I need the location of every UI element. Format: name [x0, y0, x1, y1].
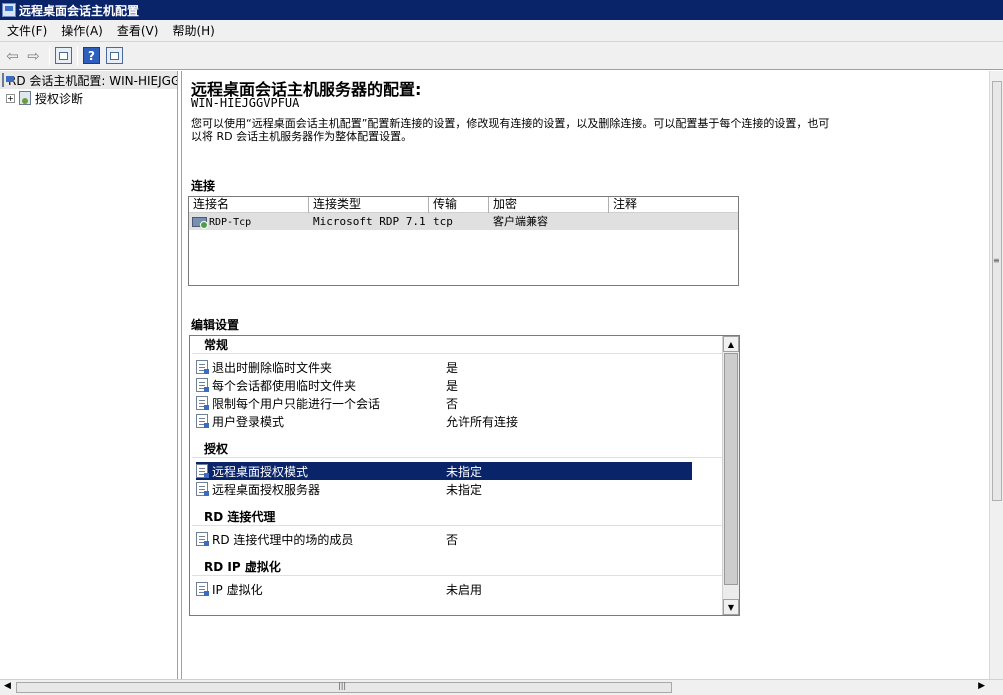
setting-value: 是 — [446, 378, 459, 393]
main-vertical-scrollbar[interactable]: ≡ — [989, 71, 1003, 679]
column-header-type[interactable]: 连接类型 — [309, 197, 429, 213]
title-bar: 远程桌面会话主机配置 — [0, 0, 1003, 20]
connection-name: RDP-Tcp — [209, 217, 252, 228]
toolbar-separator — [77, 45, 78, 66]
column-header-comment[interactable]: 注释 — [609, 197, 738, 213]
column-header-encryption[interactable]: 加密 — [489, 197, 609, 213]
window-title: 远程桌面会话主机配置 — [19, 3, 140, 18]
settings-row[interactable]: 用户登录模式 允许所有连接 — [196, 412, 692, 430]
scrollbar-grip: ||| — [338, 681, 347, 690]
settings-group-title: 授权 — [192, 440, 723, 458]
setting-properties-icon — [196, 360, 209, 374]
column-header-name[interactable]: 连接名 — [189, 197, 309, 213]
settings-group-title: 常规 — [192, 336, 723, 354]
setting-name: RD 连接代理中的场的成员 — [212, 532, 354, 547]
cell-transport: tcp — [433, 215, 453, 228]
setting-value: 允许所有连接 — [446, 414, 519, 429]
help-icon[interactable]: ? — [83, 47, 100, 64]
scroll-left-icon[interactable]: ◀ — [4, 681, 11, 691]
setting-value: 未启用 — [446, 582, 483, 597]
cell-type: Microsoft RDP 7.1 — [313, 215, 426, 228]
setting-name: 退出时删除临时文件夹 — [212, 360, 333, 375]
setting-value: 否 — [446, 532, 459, 547]
diagnosis-icon — [19, 91, 31, 105]
setting-properties-icon — [196, 414, 209, 428]
cell-comment — [609, 213, 738, 230]
tree-node-label: 授权诊断 — [35, 91, 84, 106]
server-icon — [2, 73, 14, 87]
connection-icon — [192, 217, 208, 229]
toolbar-separator — [49, 45, 50, 66]
settings-scrollbar[interactable]: ▲ ▼ — [722, 336, 739, 615]
setting-value: 是 — [446, 360, 459, 375]
setting-properties-icon — [196, 378, 209, 392]
settings-row[interactable]: 远程桌面授权模式 未指定 — [196, 462, 692, 480]
page-description: 您可以使用“远程桌面会话主机配置”配置新连接的设置，修改现有连接的设置，以及删除… — [191, 117, 830, 143]
console-tree: RD 会话主机配置: WIN-HIEJGGVPFUA + 授权诊断 — [0, 71, 178, 679]
settings-list-box: 常规 退出时删除临时文件夹是每个会话都使用临时文件夹是限制每个用户只能进行一个会话… — [189, 335, 740, 616]
show-hide-console-tree-icon[interactable] — [55, 47, 72, 64]
setting-properties-icon — [196, 582, 209, 596]
connections-table: 连接名 连接类型 传输 加密 注释 RDP-Tcp Microsoft RDP … — [188, 196, 739, 286]
menu-action[interactable]: 操作(A) — [54, 20, 110, 42]
settings-row[interactable]: 限制每个用户只能进行一个会话 否 — [196, 394, 692, 412]
scroll-up-icon[interactable]: ▲ — [723, 336, 739, 352]
scrollbar-thumb[interactable] — [724, 353, 738, 585]
back-arrow-icon[interactable]: ⇦ — [2, 45, 23, 66]
setting-name: 限制每个用户只能进行一个会话 — [212, 396, 381, 411]
menu-view[interactable]: 查看(V) — [110, 20, 166, 42]
setting-properties-icon — [196, 396, 209, 410]
cell-encryption: 客户端兼容 — [493, 215, 548, 228]
menu-bar: 文件(F) 操作(A) 查看(V) 帮助(H) — [0, 20, 1003, 42]
main-pane: 远程桌面会话主机服务器的配置: WIN-HIEJGGVPFUA 您可以使用“远程… — [181, 71, 989, 679]
settings-row[interactable]: RD 连接代理中的场的成员 否 — [196, 530, 692, 548]
server-name: WIN-HIEJGGVPFUA — [191, 96, 300, 110]
settings-group-title: RD IP 虚拟化 — [192, 558, 723, 576]
expand-icon[interactable]: + — [6, 93, 15, 103]
cell-name: RDP-Tcp — [189, 213, 309, 230]
settings-group-title: RD 连接代理 — [192, 508, 723, 526]
horizontal-scrollbar[interactable]: ◀ ||| ▶ — [0, 679, 1003, 695]
setting-properties-icon — [196, 532, 209, 546]
setting-properties-icon — [196, 464, 209, 478]
show-hide-action-pane-icon[interactable] — [106, 47, 123, 64]
settings-row[interactable]: 退出时删除临时文件夹 是 — [196, 358, 692, 376]
setting-properties-icon — [196, 482, 209, 496]
menu-help[interactable]: 帮助(H) — [165, 20, 221, 42]
settings-row[interactable]: 远程桌面授权服务器 未指定 — [196, 480, 692, 498]
connections-label: 连接 — [191, 179, 216, 193]
tree-node-rd-session-host[interactable]: RD 会话主机配置: WIN-HIEJGGVPFUA — [0, 71, 177, 89]
settings-row[interactable]: 每个会话都使用临时文件夹 是 — [196, 376, 692, 394]
setting-value: 否 — [446, 396, 459, 411]
table-header: 连接名 连接类型 传输 加密 注释 — [189, 197, 738, 213]
tree-node-label: RD 会话主机配置: WIN-HIEJGGVPFUA — [8, 73, 177, 88]
setting-value: 未指定 — [446, 482, 483, 497]
column-header-transport[interactable]: 传输 — [429, 197, 489, 213]
table-row[interactable]: RDP-Tcp Microsoft RDP 7.1 tcp 客户端兼容 — [189, 213, 738, 230]
settings-row[interactable]: IP 虚拟化 未启用 — [196, 580, 692, 598]
forward-arrow-icon[interactable]: ⇨ — [23, 45, 44, 66]
scrollbar-grip: ≡ — [993, 256, 1000, 265]
edit-settings-label: 编辑设置 — [191, 318, 240, 332]
setting-name: IP 虚拟化 — [212, 582, 263, 597]
scrollbar-thumb[interactable] — [992, 81, 1002, 501]
app-icon — [2, 3, 16, 17]
setting-value: 未指定 — [446, 464, 483, 479]
scroll-down-icon[interactable]: ▼ — [723, 599, 739, 615]
setting-name: 远程桌面授权服务器 — [212, 482, 321, 497]
menu-file[interactable]: 文件(F) — [0, 20, 54, 42]
tree-node-licensing-diagnosis[interactable]: + 授权诊断 — [0, 89, 177, 107]
toolbar: ⇦ ⇨ ? — [0, 42, 1003, 70]
setting-name: 每个会话都使用临时文件夹 — [212, 378, 357, 393]
setting-name: 用户登录模式 — [212, 414, 285, 429]
setting-name: 远程桌面授权模式 — [212, 464, 309, 479]
settings-list: 常规 退出时删除临时文件夹是每个会话都使用临时文件夹是限制每个用户只能进行一个会话… — [190, 336, 723, 615]
scroll-right-icon[interactable]: ▶ — [978, 681, 985, 691]
